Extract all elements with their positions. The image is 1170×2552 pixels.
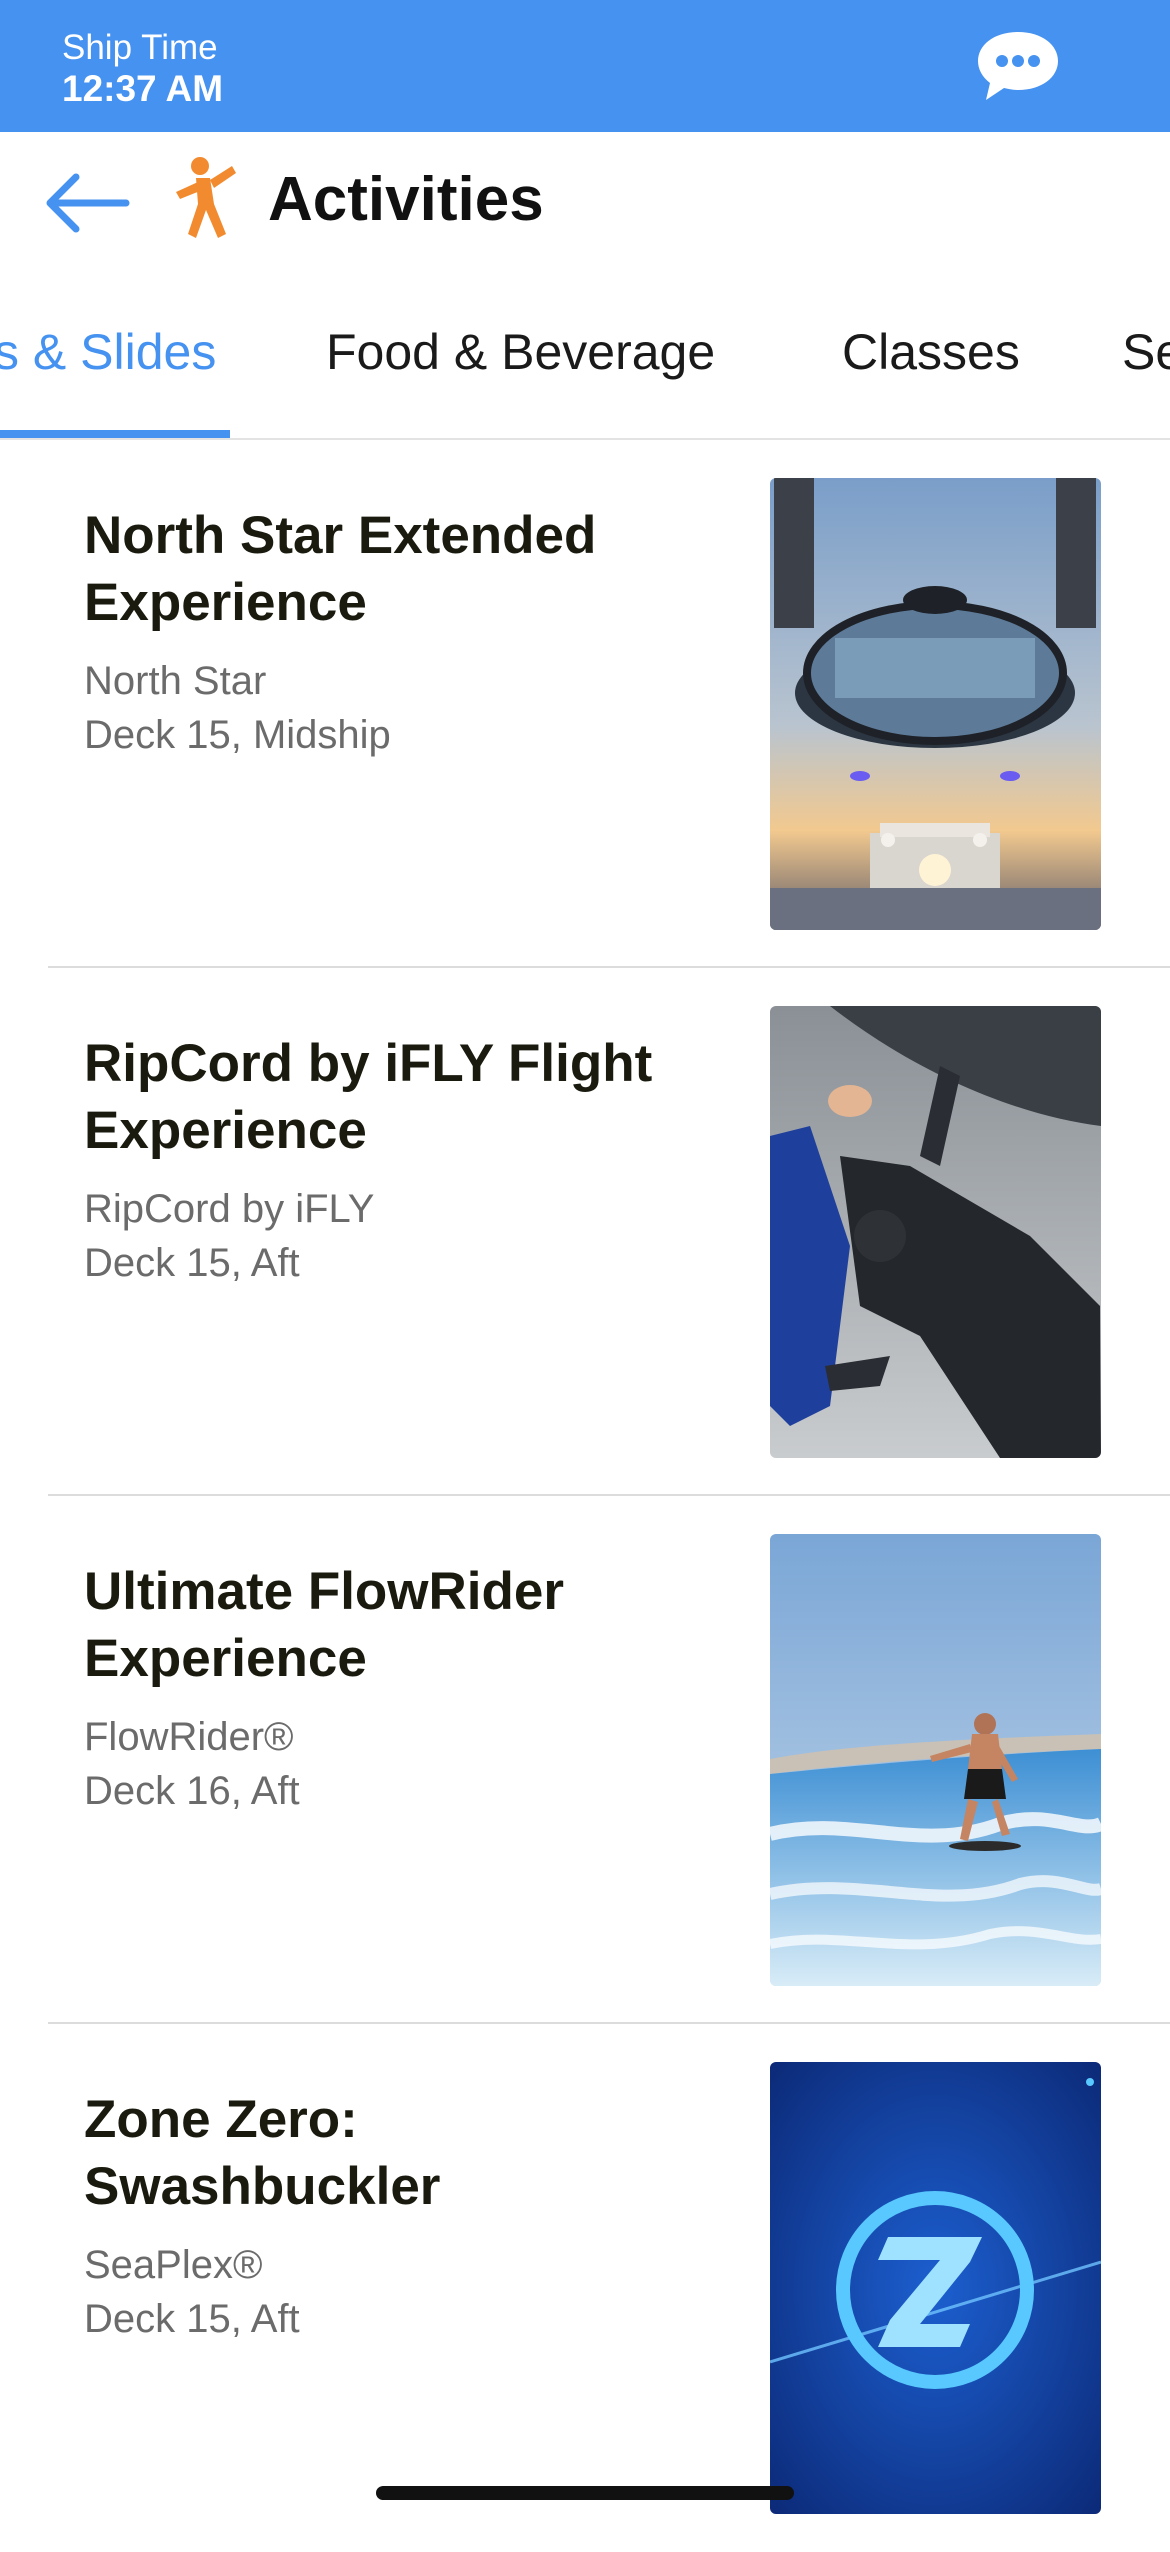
tab-partial[interactable]: Se <box>1122 322 1170 382</box>
activity-deck: Deck 16, Aft <box>84 1769 300 1813</box>
flowrider-surfer-photo <box>770 1534 1101 1986</box>
activity-deck: Deck 15, Midship <box>84 713 391 757</box>
activity-venue: SeaPlex® <box>84 2243 263 2287</box>
list-item[interactable]: Zone Zero: Swashbuckler SeaPlex® Deck 15… <box>0 2024 1170 2552</box>
nav-bar: Activities <box>0 132 1170 272</box>
tab-slides[interactable]: s & Slides <box>0 322 216 382</box>
indoor-skydiving-photo <box>770 1006 1101 1458</box>
active-tab-indicator <box>0 430 230 438</box>
zone-zero-logo-image <box>770 2062 1101 2514</box>
chat-button[interactable] <box>972 28 1064 104</box>
activity-title: Zone Zero: Swashbuckler <box>84 2090 441 2216</box>
north-star-pod-photo <box>770 478 1101 930</box>
page-title: Activities <box>268 165 544 234</box>
activity-title: RipCord by iFLY Flight Experience <box>84 1034 653 1160</box>
activity-venue: FlowRider® <box>84 1715 294 1759</box>
tab-food-beverage[interactable]: Food & Beverage <box>326 322 715 382</box>
category-tabs: s & Slides Food & Beverage Classes Se <box>0 272 1170 440</box>
person-running-icon <box>170 154 240 244</box>
ship-time-label: Ship Time <box>62 28 218 67</box>
activity-deck: Deck 15, Aft <box>84 2297 300 2341</box>
back-button[interactable] <box>42 168 132 238</box>
activity-title: North Star Extended Experience <box>84 506 597 632</box>
list-item[interactable]: RipCord by iFLY Flight Experience RipCor… <box>0 968 1170 1496</box>
back-arrow-icon <box>46 173 130 233</box>
list-item[interactable]: North Star Extended Experience North Sta… <box>0 440 1170 968</box>
activity-title: Ultimate FlowRider Experience <box>84 1562 565 1688</box>
activity-deck: Deck 15, Aft <box>84 1241 300 1285</box>
activity-venue: RipCord by iFLY <box>84 1187 375 1231</box>
chat-bubble-icon <box>978 32 1058 100</box>
home-indicator[interactable] <box>376 2486 794 2500</box>
list-item[interactable]: Ultimate FlowRider Experience FlowRider®… <box>0 1496 1170 2024</box>
ship-time-value: 12:37 AM <box>62 68 224 109</box>
activity-venue: North Star <box>84 659 267 703</box>
tab-classes[interactable]: Classes <box>842 322 1020 382</box>
status-bar: Ship Time 12:37 AM <box>0 0 1170 132</box>
